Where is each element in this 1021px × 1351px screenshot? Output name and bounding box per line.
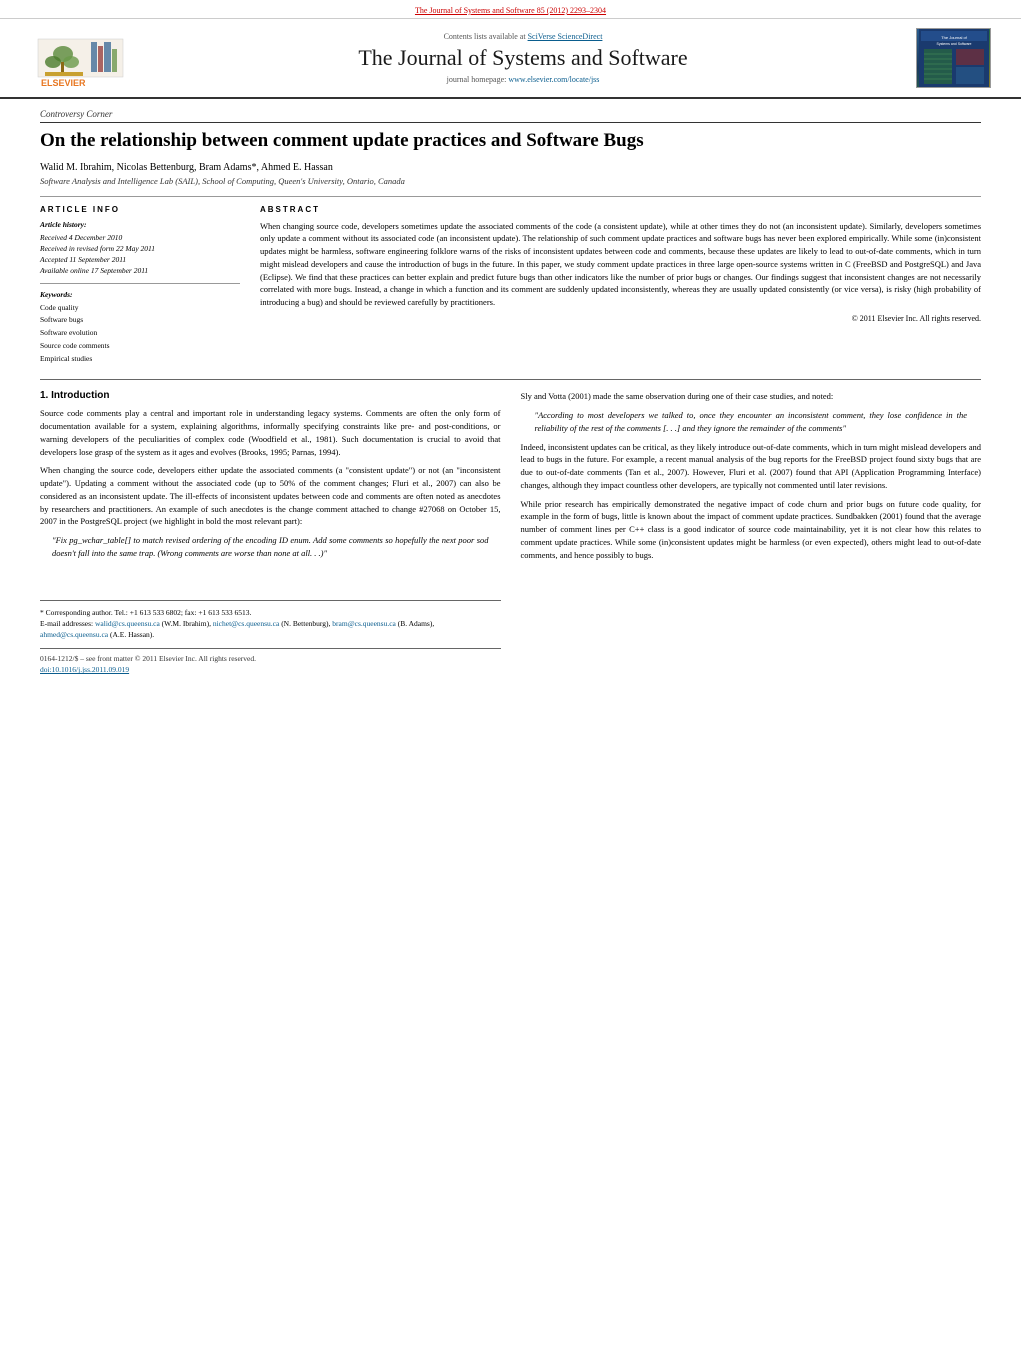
right-body-text-2: Indeed, inconsistent updates can be crit… [521,441,982,562]
journal-title: The Journal of Systems and Software [130,45,916,71]
body-right-column: Sly and Votta (2001) made the same obser… [521,390,982,674]
keywords-label: Keywords: [40,290,240,299]
journal-header: ELSEVIER Contents lists available at Sci… [0,19,1021,99]
bottom-bar: 0164-1212/$ – see front matter © 2011 El… [40,648,501,663]
intro-heading: 1. Introduction [40,390,501,401]
sciverse-line: Contents lists available at SciVerse Sci… [130,32,916,41]
abstract-column: ABSTRACT When changing source code, deve… [260,205,981,366]
authors: Walid M. Ibrahim, Nicolas Bettenburg, Br… [40,162,981,173]
keyword-3: Software evolution [40,327,240,340]
footnote-area: * Corresponding author. Tel.: +1 613 533… [40,600,501,641]
article-info-abstract: ARTICLE INFO Article history: Received 4… [40,196,981,366]
article-info-column: ARTICLE INFO Article history: Received 4… [40,205,240,366]
available-date: Available online 17 September 2011 [40,265,240,276]
journal-thumbnail: The Journal of Systems and Software [916,28,991,88]
svg-text:ELSEVIER: ELSEVIER [41,78,86,88]
email-link-3[interactable]: bram@cs.queensu.ca [332,619,396,628]
email-label: E-mail addresses: [40,619,93,628]
right-body-text: Sly and Votta (2001) made the same obser… [521,390,982,403]
footnote-corresponding: * Corresponding author. Tel.: +1 613 533… [40,607,501,618]
intro-body: Source code comments play a central and … [40,407,501,528]
journal-center: Contents lists available at SciVerse Sci… [130,32,916,84]
body-left-column: 1. Introduction Source code comments pla… [40,390,501,674]
sciverse-link[interactable]: SciVerse ScienceDirect [528,32,603,41]
article-info-label: ARTICLE INFO [40,205,240,214]
block-quote-1: "Fix pg_wchar_table[] to match revised o… [52,534,489,560]
article-history: Article history: Received 4 December 201… [40,220,240,284]
keyword-5: Empirical studies [40,353,240,366]
keywords-block: Keywords: Code quality Software bugs Sof… [40,290,240,366]
homepage-url[interactable]: www.elsevier.com/locate/jss [508,75,599,84]
journal-cover-svg: The Journal of Systems and Software [919,29,989,87]
copyright: © 2011 Elsevier Inc. All rights reserved… [260,313,981,325]
elsevier-logo-svg: ELSEVIER [33,34,128,89]
block-quote-2: "According to most developers we talked … [535,409,968,435]
abstract-text: When changing source code, developers so… [260,220,981,325]
abstract-label: ABSTRACT [260,205,981,214]
accepted-date: Accepted 11 September 2011 [40,254,240,265]
journal-citation-link[interactable]: The Journal of Systems and Software 85 (… [415,6,606,15]
section-label: Controversy Corner [40,109,981,123]
doi-line: doi:10.1016/j.jss.2011.09.019 [40,665,501,674]
history-label: Article history: [40,220,240,229]
article-title: On the relationship between comment upda… [40,129,981,154]
top-banner: The Journal of Systems and Software 85 (… [0,0,1021,19]
svg-text:Systems and Software: Systems and Software [936,42,971,46]
email-link[interactable]: walid@cs.queensu.ca [95,619,160,628]
revised-date: Received in revised form 22 May 2011 [40,243,240,254]
page: The Journal of Systems and Software 85 (… [0,0,1021,1351]
keyword-1: Code quality [40,302,240,315]
keyword-4: Source code comments [40,340,240,353]
svg-text:The Journal of: The Journal of [941,35,967,40]
received-date: Received 4 December 2010 [40,232,240,243]
contents-text: Contents lists available at [444,32,526,41]
email-link-2[interactable]: nichet@cs.queensu.ca [213,619,279,628]
footnote-emails: E-mail addresses: walid@cs.queensu.ca (W… [40,618,501,641]
journal-homepage: journal homepage: www.elsevier.com/locat… [130,75,916,84]
email-link-4[interactable]: ahmed@cs.queensu.ca [40,630,108,639]
issn-text: 0164-1212/$ – see front matter © 2011 El… [40,654,256,663]
affiliation: Software Analysis and Intelligence Lab (… [40,176,981,186]
keyword-2: Software bugs [40,314,240,327]
body-content: 1. Introduction Source code comments pla… [40,379,981,674]
homepage-label: journal homepage: [447,75,507,84]
article-content: Controversy Corner On the relationship b… [0,99,1021,684]
elsevier-logo: ELSEVIER [30,27,130,89]
doi-link[interactable]: doi:10.1016/j.jss.2011.09.019 [40,665,129,674]
